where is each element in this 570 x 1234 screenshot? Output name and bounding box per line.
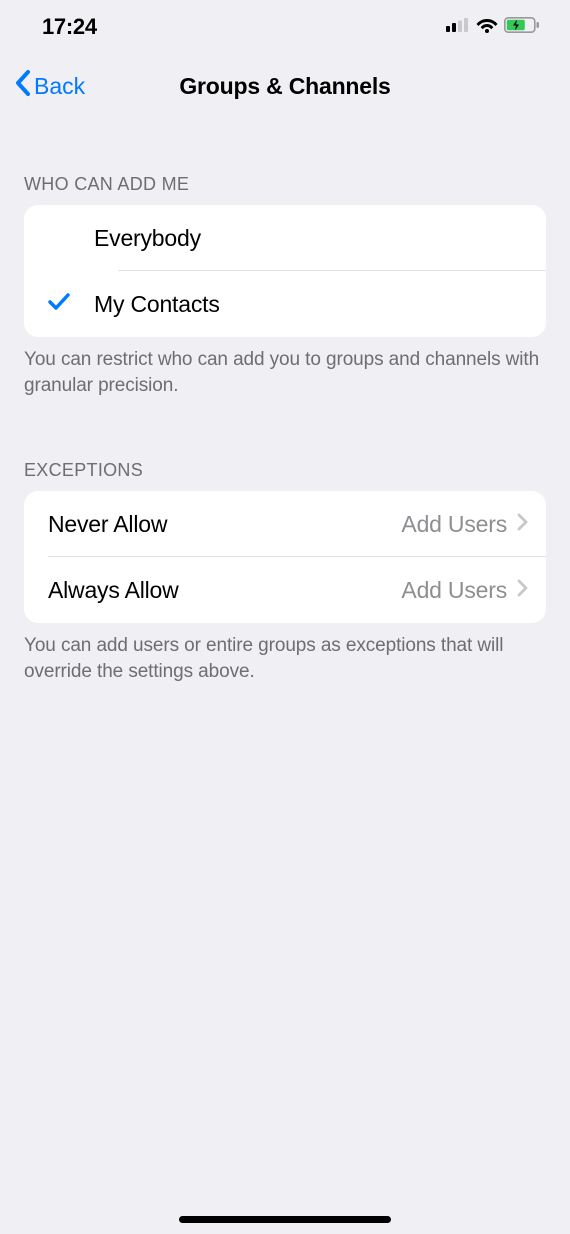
row-never-allow[interactable]: Never Allow Add Users <box>24 491 546 557</box>
who-can-add-group: Everybody My Contacts <box>24 205 546 337</box>
chevron-left-icon <box>14 69 32 103</box>
cellular-icon <box>446 18 470 37</box>
section-header-exceptions: EXCEPTIONS <box>0 460 570 491</box>
row-detail: Add Users <box>401 511 507 538</box>
row-label: Always Allow <box>48 577 401 604</box>
option-label: My Contacts <box>94 291 546 318</box>
option-label: Everybody <box>94 225 546 252</box>
option-everybody[interactable]: Everybody <box>24 205 546 271</box>
status-icons <box>446 17 540 38</box>
section-footer-who-can-add: You can restrict who can add you to grou… <box>0 337 570 398</box>
home-indicator[interactable] <box>179 1216 391 1223</box>
checkmark-slot <box>24 292 94 317</box>
back-button[interactable]: Back <box>14 69 85 103</box>
exceptions-group: Never Allow Add Users Always Allow Add U… <box>24 491 546 623</box>
section-footer-exceptions: You can add users or entire groups as ex… <box>0 623 570 684</box>
wifi-icon <box>476 17 498 38</box>
page-title: Groups & Channels <box>179 73 390 100</box>
row-label: Never Allow <box>48 511 401 538</box>
checkmark-icon <box>47 292 71 317</box>
status-time: 17:24 <box>42 14 97 40</box>
battery-icon <box>504 17 540 38</box>
chevron-right-icon <box>517 579 528 602</box>
row-always-allow[interactable]: Always Allow Add Users <box>24 557 546 623</box>
status-bar: 17:24 <box>0 0 570 54</box>
back-label: Back <box>34 73 85 100</box>
chevron-right-icon <box>517 513 528 536</box>
option-my-contacts[interactable]: My Contacts <box>24 271 546 337</box>
row-detail: Add Users <box>401 577 507 604</box>
section-header-who-can-add: WHO CAN ADD ME <box>0 174 570 205</box>
nav-bar: Back Groups & Channels <box>0 54 570 118</box>
